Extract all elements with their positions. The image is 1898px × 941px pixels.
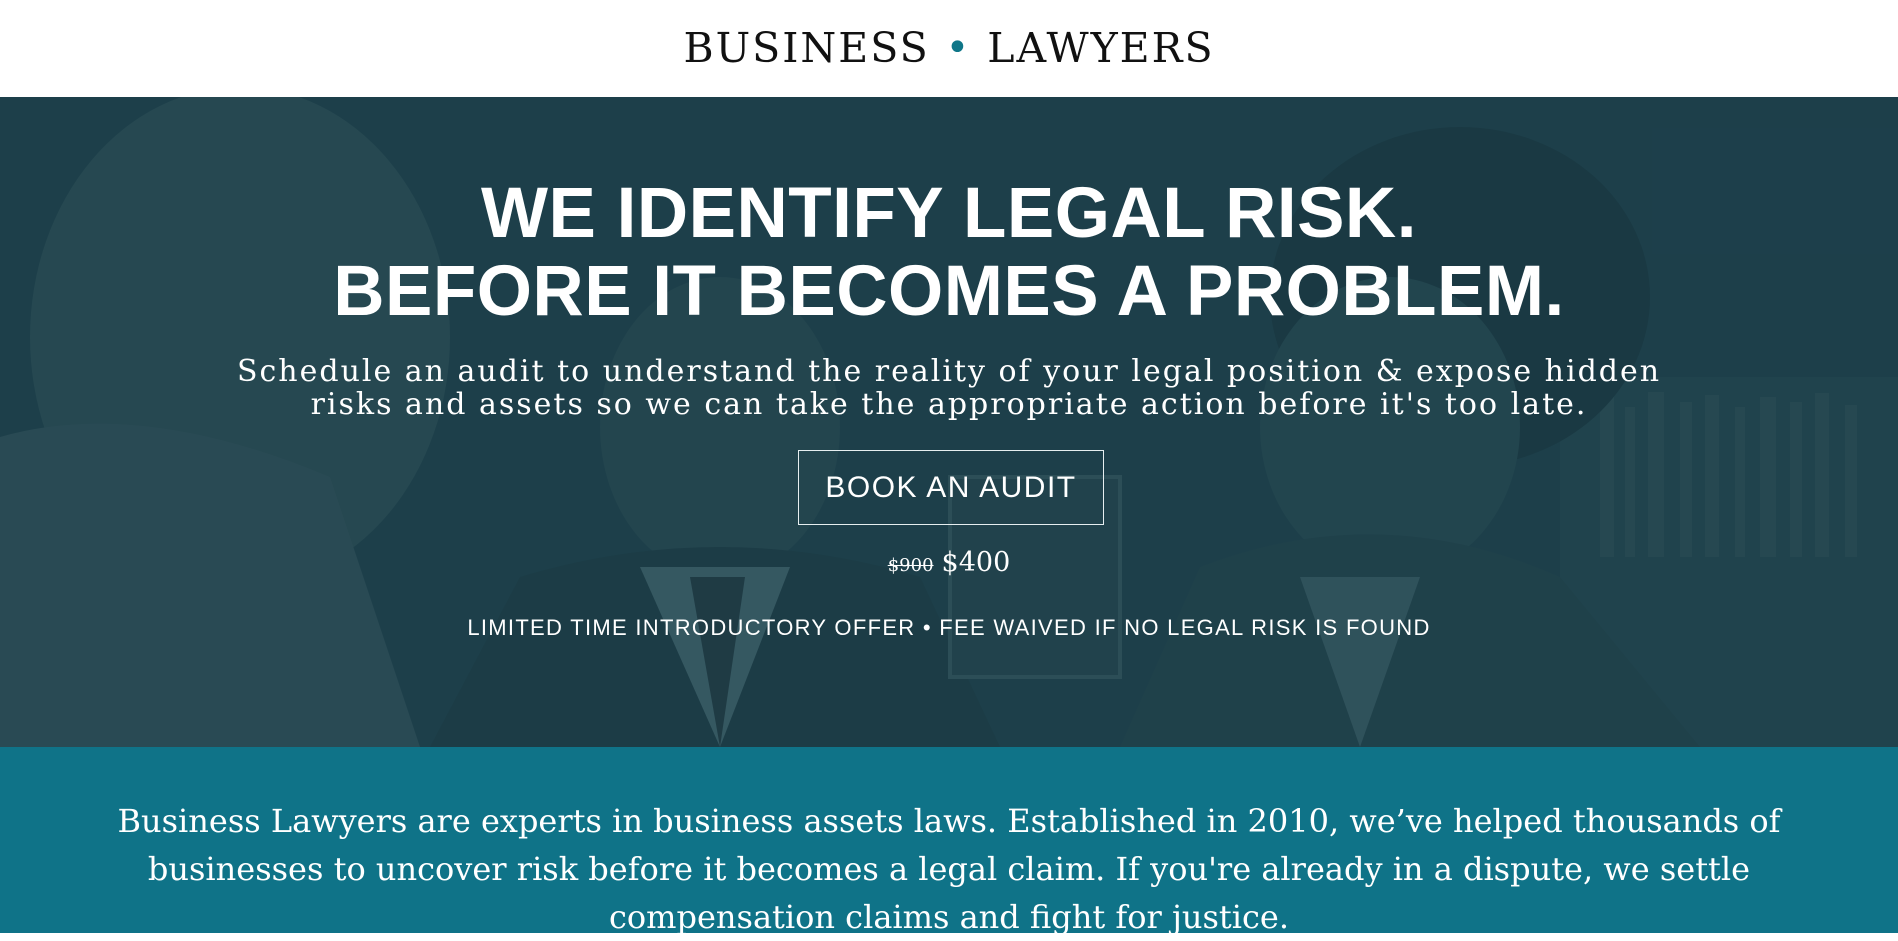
headline-line-1: WE IDENTIFY LEGAL RISK. [481, 174, 1417, 253]
site-header: BUSINESS • LAWYERS [0, 0, 1898, 97]
logo-dot-separator: • [945, 24, 972, 71]
hero-headline: WE IDENTIFY LEGAL RISK. BEFORE IT BECOME… [0, 175, 1898, 331]
offer-text: LIMITED TIME INTRODUCTORY OFFER • FEE WA… [467, 615, 1431, 640]
logo[interactable]: BUSINESS • LAWYERS [683, 24, 1214, 72]
logo-word-lawyers: LAWYERS [987, 23, 1215, 72]
hero-content: WE IDENTIFY LEGAL RISK. BEFORE IT BECOME… [0, 97, 1898, 747]
book-audit-button[interactable]: BOOK AN AUDIT [798, 450, 1104, 525]
subheadline-line-2: risks and assets so we can take the appr… [310, 387, 1588, 422]
about-text: Business Lawyers are experts in business… [117, 802, 1781, 936]
price: $900 $400 [0, 547, 1898, 578]
logo-word-business: BUSINESS [683, 23, 930, 72]
hero-section: WE IDENTIFY LEGAL RISK. BEFORE IT BECOME… [0, 97, 1898, 747]
about-section: Business Lawyers are experts in business… [0, 747, 1898, 936]
new-price: $400 [941, 547, 1011, 578]
headline-line-2: BEFORE IT BECOMES A PROBLEM. [333, 252, 1565, 331]
old-price: $900 [887, 555, 934, 576]
subheadline-line-1: Schedule an audit to understand the real… [236, 354, 1662, 389]
hero-subheadline: Schedule an audit to understand the real… [0, 355, 1898, 421]
